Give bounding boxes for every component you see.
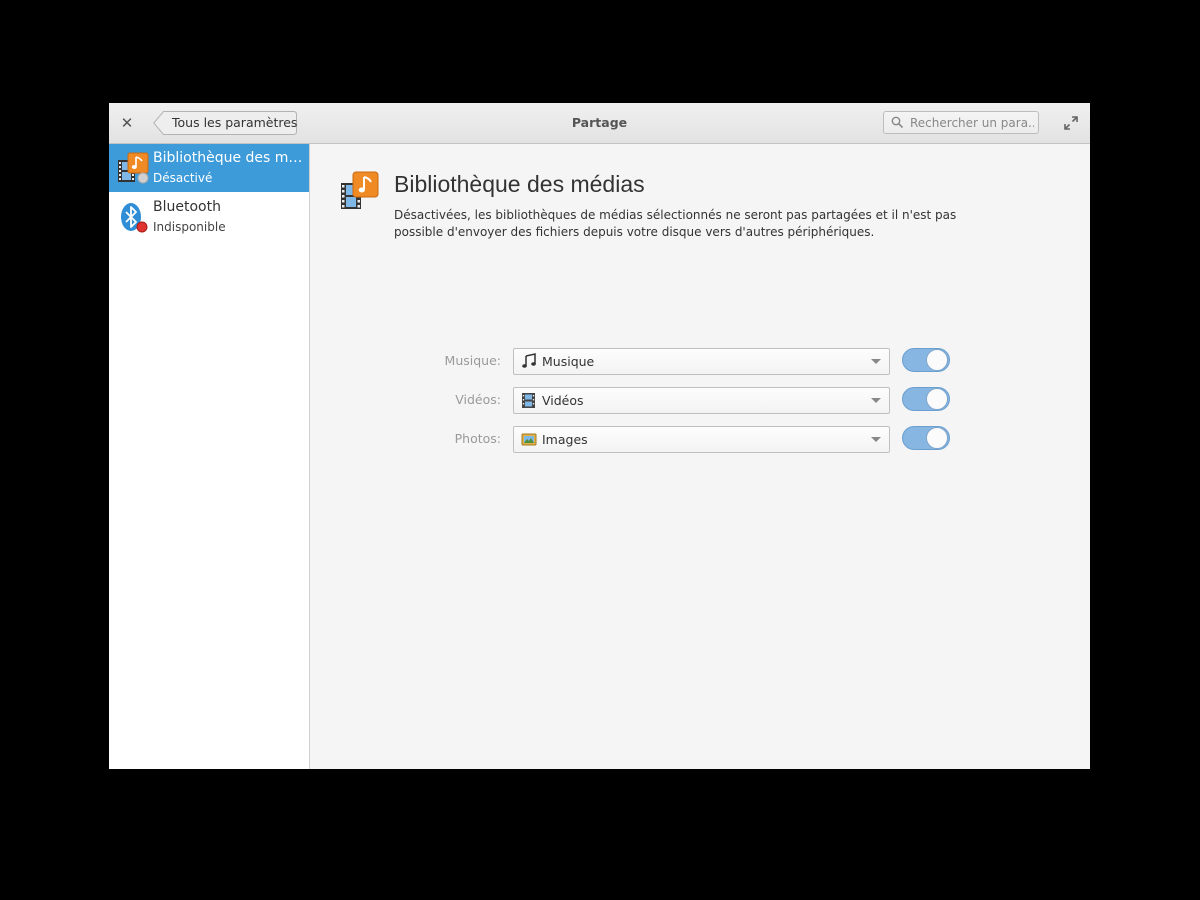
bluetooth-icon	[121, 203, 148, 233]
search-input[interactable]	[910, 113, 1034, 132]
maximize-icon[interactable]	[1063, 115, 1079, 131]
media-library-icon	[118, 152, 149, 184]
back-button-label: Tous les paramètres	[172, 115, 298, 130]
music-folder-value: Musique	[542, 354, 595, 369]
sidebar-item-status: Indisponible	[153, 220, 226, 234]
sidebar-item-title: Bibliothèque des médias	[153, 150, 303, 166]
title-bar: ✕ Tous les paramètres Partage	[109, 103, 1090, 144]
page-description: Désactivées, les bibliothèques de médias…	[394, 208, 957, 239]
switch-knob	[926, 388, 948, 410]
chevron-down-icon	[871, 359, 881, 364]
sidebar-item-title: Bluetooth	[153, 199, 221, 215]
music-note-icon	[522, 353, 536, 368]
switch-knob	[926, 427, 948, 449]
music-label: Musique:	[444, 353, 501, 368]
page-title: Bibliothèque des médias	[394, 171, 645, 197]
videos-label: Vidéos:	[455, 392, 501, 407]
chevron-down-icon	[871, 437, 881, 442]
sidebar-item-media-library[interactable]: Bibliothèque des médias Désactivé	[109, 144, 309, 192]
film-icon	[522, 393, 535, 408]
back-button[interactable]: Tous les paramètres	[153, 111, 297, 135]
chevron-down-icon	[871, 398, 881, 403]
music-sharing-switch[interactable]	[902, 348, 950, 372]
search-field[interactable]	[883, 111, 1039, 134]
settings-window: ✕ Tous les paramètres Partage Rechercher…	[109, 103, 1090, 769]
sidebar: Bibliothèque des médias Désactivé Blueto…	[109, 144, 310, 769]
switch-knob	[926, 349, 948, 371]
videos-folder-select[interactable]: Vidéos	[513, 387, 890, 414]
pictures-folder-icon	[521, 433, 537, 446]
sidebar-item-status: Désactivé	[153, 171, 213, 185]
videos-sharing-switch[interactable]	[902, 387, 950, 411]
close-button[interactable]: ✕	[119, 113, 135, 133]
photos-folder-value: Images	[542, 432, 588, 447]
music-folder-select[interactable]: Musique	[513, 348, 890, 375]
search-icon	[891, 116, 904, 129]
photos-label: Photos:	[454, 431, 501, 446]
media-library-icon	[341, 171, 379, 209]
photos-folder-select[interactable]: Images	[513, 426, 890, 453]
main-content: Bibliothèque des médias Désactivées, les…	[310, 144, 1090, 769]
photos-sharing-switch[interactable]	[902, 426, 950, 450]
sidebar-item-bluetooth[interactable]: Bluetooth Indisponible	[109, 193, 309, 241]
videos-folder-value: Vidéos	[542, 393, 584, 408]
